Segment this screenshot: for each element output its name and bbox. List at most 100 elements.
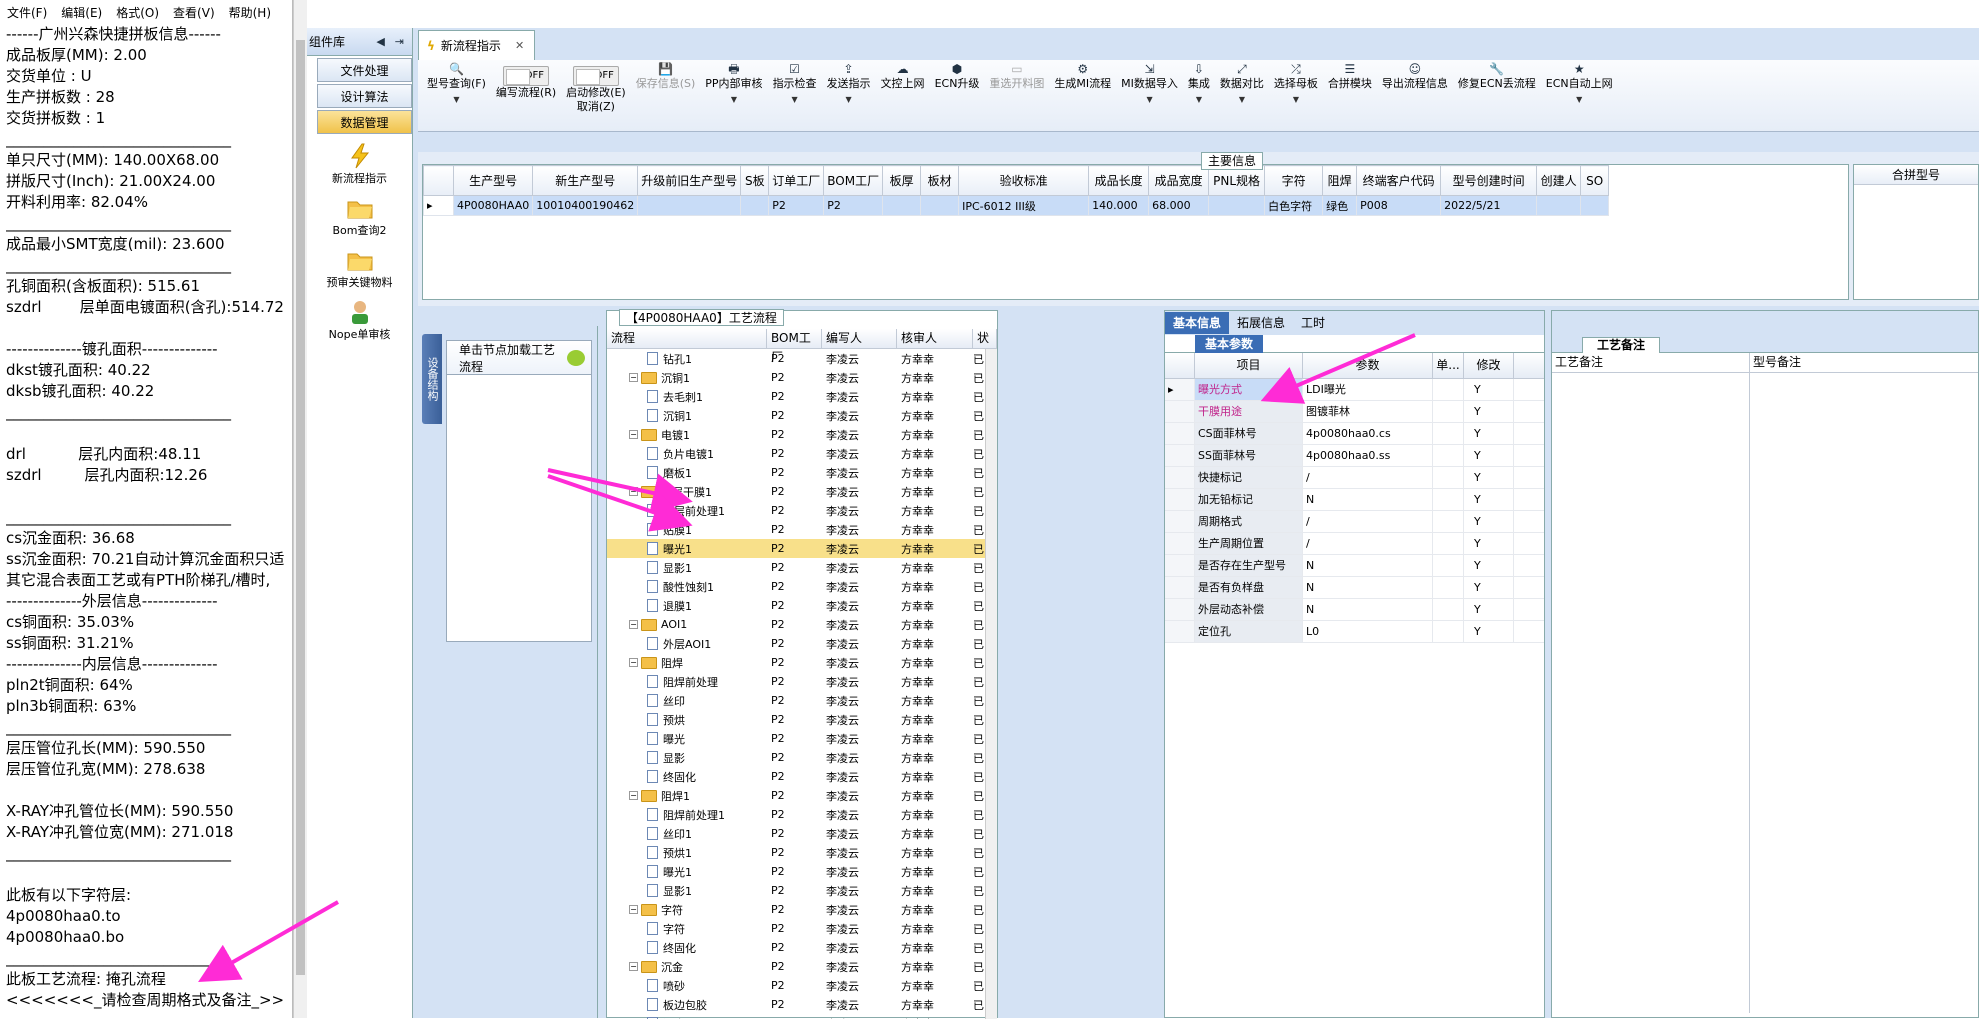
chevron-down-icon[interactable]: ▼ [1239, 93, 1245, 107]
params-column-header[interactable]: 单... [1433, 353, 1464, 378]
column-header[interactable]: 成品长度 [1089, 166, 1149, 196]
doc-tab-new-flow[interactable]: ϟ 新流程指示 ✕ [418, 30, 535, 60]
column-header[interactable]: 终端客户代码 [1357, 166, 1441, 196]
table-cell[interactable] [741, 196, 769, 216]
tree-row[interactable]: −沉铜1P2李凌云方幸幸已 [607, 368, 985, 387]
tree-node[interactable]: 曝光1 [607, 541, 767, 557]
subtab-basic-params[interactable]: 基本参数 [1195, 335, 1263, 353]
params-row[interactable]: 定位孔L0Y [1165, 621, 1544, 643]
param-value[interactable]: 4p0080haa0.ss [1303, 445, 1433, 466]
chevron-down-icon[interactable]: ▼ [1293, 93, 1299, 107]
params-row[interactable]: 周期格式/Y [1165, 511, 1544, 533]
params-row[interactable]: 是否存在生产型号NY [1165, 555, 1544, 577]
collapse-icon[interactable]: − [629, 430, 638, 439]
params-column-header[interactable]: 项目 [1195, 353, 1303, 378]
table-cell[interactable]: P008 [1357, 196, 1441, 216]
params-tab[interactable]: 拓展信息 [1229, 312, 1293, 334]
tree-node[interactable]: 字符 [607, 921, 767, 937]
params-row[interactable]: 干膜用途图镀菲林Y [1165, 401, 1544, 423]
tab-process-remarks[interactable]: 工艺备注 [1582, 337, 1660, 353]
tree-row[interactable]: 沉铜1P2李凌云方幸幸已 [607, 406, 985, 425]
tree-column-header[interactable]: 核审人 [897, 329, 973, 348]
tree-row[interactable]: 丝印P2李凌云方幸幸已 [607, 691, 985, 710]
ribbon-button[interactable]: OFF编写流程(R) [491, 62, 561, 100]
tree-row[interactable]: −阻焊1P2李凌云方幸幸已 [607, 786, 985, 805]
nav-tab-algorithm[interactable]: 设计算法 [317, 84, 412, 108]
nav-item-bom-query[interactable]: Bom查询2 [307, 194, 412, 238]
collapse-icon[interactable]: − [629, 373, 638, 382]
tree-node[interactable]: 贴膜1 [607, 522, 767, 538]
params-row[interactable]: ▸曝光方式LDI曝光Y [1165, 379, 1544, 401]
ribbon-button[interactable]: ☺导出流程信息 [1377, 62, 1453, 91]
tree-node[interactable]: 丝印 [607, 693, 767, 709]
tree-row[interactable]: −AOI1P2李凌云方幸幸已 [607, 615, 985, 634]
tree-column-header[interactable]: 状 [973, 329, 997, 348]
collapse-icon[interactable]: − [629, 658, 638, 667]
tree-node[interactable]: 去毛刺1 [607, 389, 767, 405]
tree-row[interactable]: 钻孔1P2李凌云方幸幸已 [607, 349, 985, 368]
ribbon-button[interactable]: OFF启动修改(E)取消(Z) [561, 62, 631, 114]
tree-row[interactable]: 显影1P2李凌云方幸幸已 [607, 881, 985, 900]
tree-node[interactable]: 显影1 [607, 560, 767, 576]
tree-node[interactable]: 丝印1 [607, 826, 767, 842]
ribbon-button[interactable]: 🔧修复ECN丢流程 [1453, 62, 1541, 91]
tree-row[interactable]: 外层AOI1P2李凌云方幸幸已 [607, 634, 985, 653]
param-value[interactable]: / [1303, 511, 1433, 532]
tree-node[interactable]: 阻焊前处理1 [607, 807, 767, 823]
tree-row[interactable]: −外层干膜1P2李凌云方幸幸已 [607, 482, 985, 501]
table-cell[interactable] [883, 196, 921, 216]
toggle-switch[interactable]: OFF [503, 66, 549, 86]
ribbon-button[interactable]: ⇪发送指示▼ [822, 62, 876, 107]
chevron-down-icon[interactable]: ▼ [453, 93, 459, 107]
tree-row[interactable]: 退膜1P2李凌云方幸幸已 [607, 596, 985, 615]
column-header[interactable]: 字符 [1265, 166, 1323, 196]
tree-row[interactable]: 喷砂P2李凌云方幸幸已 [607, 976, 985, 995]
param-value[interactable]: / [1303, 467, 1433, 488]
tree-row[interactable]: 预烘P2李凌云方幸幸已 [607, 710, 985, 729]
ribbon-button[interactable]: 🔍型号查询(F)▼ [422, 62, 491, 107]
table-cell[interactable] [921, 196, 959, 216]
params-row[interactable]: 快捷标记/Y [1165, 467, 1544, 489]
tree-row[interactable]: 酸性蚀刻1P2李凌云方幸幸已 [607, 577, 985, 596]
params-row[interactable]: 是否有负样盘NY [1165, 577, 1544, 599]
notepad-menu-item[interactable]: 查看(V) [166, 4, 222, 22]
table-cell[interactable]: 白色字符 [1265, 196, 1323, 216]
ribbon-button[interactable]: ▭重选开料图 [984, 62, 1049, 91]
tree-column-header[interactable]: BOM工厂 [767, 329, 822, 348]
ribbon-button[interactable]: ☁文控上网 [876, 62, 930, 91]
notepad-scroll-thumb[interactable] [296, 40, 305, 975]
column-header[interactable]: 成品宽度 [1149, 166, 1209, 196]
column-header[interactable]: 创建人 [1537, 166, 1581, 196]
chevron-down-icon[interactable]: ▼ [1196, 93, 1202, 107]
params-row[interactable]: 加无铅标记NY [1165, 489, 1544, 511]
table-cell[interactable] [1581, 196, 1609, 216]
tree-row[interactable]: 显影1P2李凌云方幸幸已 [607, 558, 985, 577]
ribbon-button[interactable]: ⤮选择母板▼ [1269, 62, 1323, 107]
tree-row[interactable]: 外层前处理1P2李凌云方幸幸已 [607, 501, 985, 520]
ribbon-button[interactable]: ⇲MI数据导入▼ [1116, 62, 1183, 107]
tree-row[interactable]: 磨板1P2李凌云方幸幸已 [607, 463, 985, 482]
tree-node[interactable]: 终固化 [607, 940, 767, 956]
tree-row[interactable]: 终固化P2李凌云方幸幸已 [607, 767, 985, 786]
tree-node[interactable]: 钻孔1 [607, 351, 767, 367]
params-row[interactable]: 生产周期位置/Y [1165, 533, 1544, 555]
collapse-left-icon[interactable]: ◀ [376, 35, 384, 48]
ribbon-button[interactable]: ★ECN自动上网▼ [1541, 62, 1618, 107]
tree-node[interactable]: 酸性蚀刻1 [607, 579, 767, 595]
tree-node[interactable]: −AOI1 [607, 618, 767, 631]
collapse-icon[interactable]: − [629, 620, 638, 629]
params-row[interactable]: CS面菲林号4p0080haa0.csY [1165, 423, 1544, 445]
tree-row[interactable]: −阻焊P2李凌云方幸幸已 [607, 653, 985, 672]
vertical-tab-structure[interactable]: 设备结构 [422, 334, 442, 424]
tree-column-header[interactable]: 流程 [607, 329, 767, 348]
column-header[interactable]: 生产型号 [454, 166, 533, 196]
table-cell[interactable] [1537, 196, 1581, 216]
tree-node[interactable]: −阻焊 [607, 655, 767, 671]
tree-node[interactable]: −外层干膜1 [607, 484, 767, 500]
table-cell[interactable] [638, 196, 741, 216]
tree-row[interactable]: −字符P2李凌云方幸幸已 [607, 900, 985, 919]
param-value[interactable]: 4p0080haa0.cs [1303, 423, 1433, 444]
tree-row[interactable]: 去毛刺1P2李凌云方幸幸已 [607, 387, 985, 406]
param-value[interactable]: LDI曝光 [1303, 379, 1433, 400]
ribbon-button[interactable]: 🖶PP内部审核▼ [700, 62, 767, 107]
